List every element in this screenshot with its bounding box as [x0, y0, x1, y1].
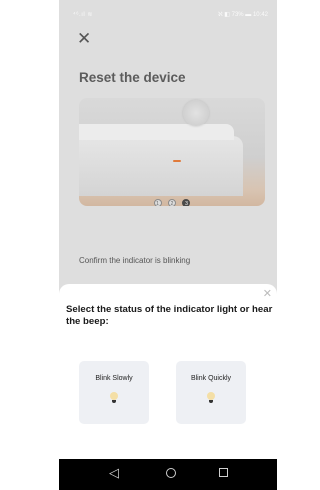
recents-icon[interactable]: [219, 468, 228, 477]
step-indicator: 1 2 3: [79, 192, 265, 206]
status-bar: ⁴⁶.ıl ≋ ℵ ◧ 73% ▬ 10:42: [59, 0, 277, 28]
device-button: [183, 100, 209, 126]
step-dot-1: 1: [153, 199, 162, 206]
indicator-light: [173, 160, 181, 162]
option-label: Blink Slowly: [95, 375, 133, 382]
device-lid: [79, 124, 234, 140]
option-blink-slowly[interactable]: Blink Slowly: [79, 361, 149, 424]
close-icon[interactable]: ✕: [77, 30, 91, 47]
home-icon[interactable]: [166, 468, 176, 478]
step-dot-3: 3: [182, 199, 191, 206]
battery-time-status: ℵ ◧ 73% ▬ 10:42: [218, 12, 268, 18]
signal-status: ⁴⁶.ıl ≋: [73, 12, 93, 18]
page-title: Reset the device: [79, 70, 186, 85]
device-body: [79, 136, 243, 196]
option-label: Blink Quickly: [190, 375, 232, 382]
back-icon[interactable]: ◁: [109, 465, 119, 481]
step-dot-2: 2: [168, 199, 176, 206]
device-illustration: 1 2 3: [79, 98, 265, 206]
confirm-text: Confirm the indicator is blinking: [79, 256, 191, 265]
option-blink-quickly[interactable]: Blink Quickly: [176, 361, 246, 424]
sheet-title: Select the status of the indicator light…: [66, 304, 273, 327]
bottom-sheet: ✕ Select the status of the indicator lig…: [59, 284, 277, 459]
bulb-icon: [108, 392, 120, 406]
navigation-bar: ◁: [59, 459, 277, 490]
close-icon[interactable]: ✕: [263, 289, 272, 300]
phone-screen: ⁴⁶.ıl ≋ ℵ ◧ 73% ▬ 10:42 ✕ Reset the devi…: [59, 0, 277, 490]
bulb-icon: [205, 392, 217, 406]
